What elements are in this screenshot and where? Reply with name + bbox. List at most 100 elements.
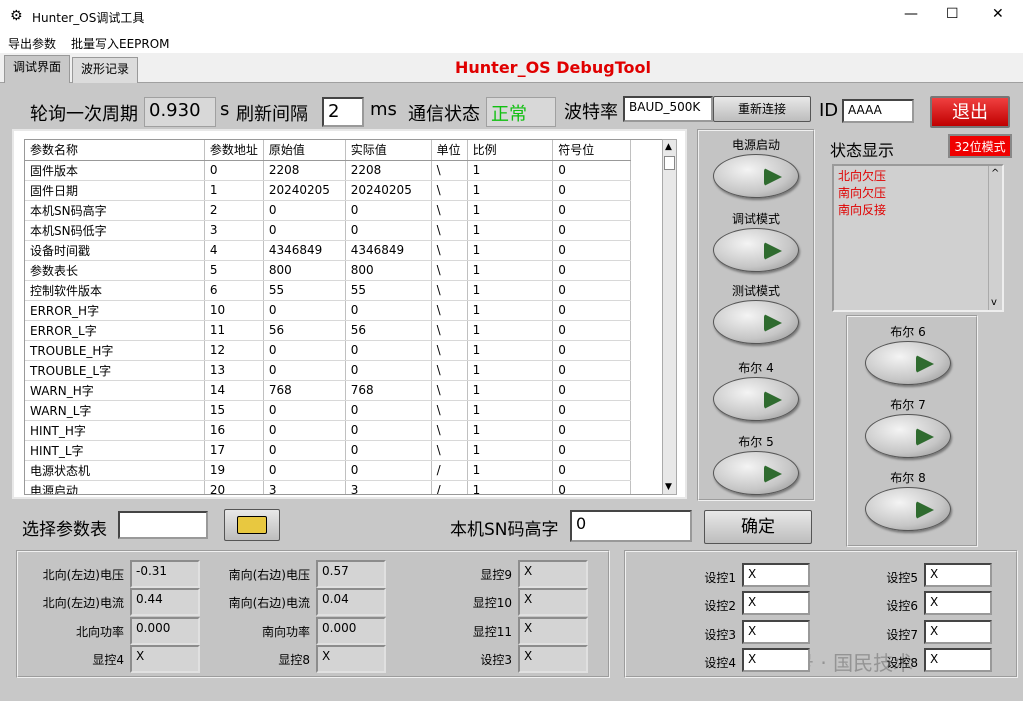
confirm-button[interactable]: 确定 xyxy=(704,510,812,544)
display-label: 南向功率 xyxy=(261,625,310,639)
scroll-down-icon[interactable]: ▼ xyxy=(665,482,672,492)
table-header[interactable]: 参数地址 xyxy=(204,140,264,161)
table-cell: 0 xyxy=(345,360,432,381)
table-cell: 1 xyxy=(467,280,554,301)
table-header[interactable]: 比例 xyxy=(467,140,554,161)
sn-input[interactable]: 0 xyxy=(570,510,692,542)
table-row[interactable]: 参数表长 5 800 800 \ 1 0 xyxy=(25,260,631,281)
setting-input[interactable]: X xyxy=(924,620,992,644)
close-button[interactable]: ✕ xyxy=(992,6,1004,22)
refresh-input[interactable]: 2 xyxy=(322,97,364,127)
table-cell: \ xyxy=(431,380,468,401)
table-header[interactable]: 参数名称 xyxy=(25,140,205,161)
toggle-button[interactable] xyxy=(713,154,799,198)
toggle-label: 布尔 8 xyxy=(890,471,926,485)
status-line: 南向反接 xyxy=(838,203,887,217)
table-scrollbar[interactable]: ▲ ▼ xyxy=(662,139,677,495)
table-cell: 1 xyxy=(467,400,554,421)
table-cell: 0 xyxy=(552,180,631,201)
table-cell: 768 xyxy=(263,380,346,401)
toggle-button[interactable] xyxy=(713,300,799,344)
table-header[interactable]: 符号位 xyxy=(552,140,631,161)
table-row[interactable]: 固件日期 1 20240205 20240205 \ 1 0 xyxy=(25,180,631,201)
table-row[interactable]: 设备时间戳 4 4346849 4346849 \ 1 0 xyxy=(25,240,631,261)
table-row[interactable]: 控制软件版本 6 55 55 \ 1 0 xyxy=(25,280,631,301)
scroll-up-icon[interactable]: ▲ xyxy=(665,142,672,152)
menu-bar: 导出参数 批量写入EEPROM xyxy=(0,33,1023,53)
toggle-button[interactable] xyxy=(865,341,951,385)
table-row[interactable]: HINT_H字 16 0 0 \ 1 0 xyxy=(25,420,631,441)
id-input[interactable]: AAAA xyxy=(842,99,914,123)
tab-debug[interactable]: 调试界面 xyxy=(4,55,70,84)
table-cell: 0 xyxy=(263,440,346,461)
table-row[interactable]: HINT_L字 17 0 0 \ 1 0 xyxy=(25,440,631,461)
table-row[interactable]: 固件版本 0 2208 2208 \ 1 0 xyxy=(25,160,631,181)
table-cell: 4346849 xyxy=(345,240,432,261)
baud-select[interactable]: BAUD_500K xyxy=(623,96,713,122)
display-value: 0.000 xyxy=(130,617,200,645)
table-cell: 17 xyxy=(204,440,264,461)
minimize-button[interactable]: — xyxy=(904,6,918,22)
table-row[interactable]: 本机SN码高字 2 0 0 \ 1 0 xyxy=(25,200,631,221)
led-arrow-icon xyxy=(764,391,782,409)
maximize-button[interactable]: ☐ xyxy=(946,6,959,22)
comm-label: 通信状态 xyxy=(408,104,480,125)
table-row[interactable]: 电源启动 20 3 3/1 0 xyxy=(25,480,631,494)
toggle-button[interactable] xyxy=(865,487,951,531)
toggle-label: 布尔 4 xyxy=(738,361,774,375)
table-row[interactable]: WARN_H字 14 768 768 \ 1 0 xyxy=(25,380,631,401)
table-row[interactable]: ERROR_H字 10 0 0 \ 1 0 xyxy=(25,300,631,321)
table-row[interactable]: 电源状态机 19 0 0/1 0 xyxy=(25,460,631,481)
status-scrollbar[interactable]: ^ v xyxy=(988,166,1002,310)
setting-input[interactable]: X xyxy=(742,563,810,587)
table-cell: 0 xyxy=(263,460,346,481)
table-cell: 1 xyxy=(467,200,554,221)
setting-input[interactable]: X xyxy=(742,620,810,644)
table-row[interactable]: WARN_L字 15 0 0 \ 1 0 xyxy=(25,400,631,421)
exit-button[interactable]: 退出 xyxy=(930,96,1010,128)
table-cell: WARN_H字 xyxy=(25,380,205,401)
table-header[interactable]: 实际值 xyxy=(345,140,432,161)
table-row[interactable]: TROUBLE_H字 12 0 0 \ 1 0 xyxy=(25,340,631,361)
setting-input[interactable]: X xyxy=(742,648,810,672)
toggle-button[interactable] xyxy=(713,451,799,495)
status-scroll-down-icon[interactable]: v xyxy=(991,297,997,308)
table-cell: 16 xyxy=(204,420,264,441)
setting-input[interactable]: X xyxy=(742,591,810,615)
toggle-button[interactable] xyxy=(865,414,951,458)
status-scroll-up-icon[interactable]: ^ xyxy=(991,168,999,179)
table-row[interactable]: 本机SN码低字 3 0 0 \ 1 0 xyxy=(25,220,631,241)
menu-batch-write-eeprom[interactable]: 批量写入EEPROM xyxy=(71,35,170,52)
table-cell: 固件日期 xyxy=(25,180,205,201)
table-cell: 0 xyxy=(263,340,346,361)
setting-input[interactable]: X xyxy=(924,563,992,587)
setting-input[interactable]: X xyxy=(924,648,992,672)
table-cell: \ xyxy=(431,160,468,181)
table-row[interactable]: TROUBLE_L字 13 0 0 \ 1 0 xyxy=(25,360,631,381)
toggle-button[interactable] xyxy=(713,228,799,272)
scroll-thumb[interactable] xyxy=(664,156,675,170)
table-header[interactable]: 单位 xyxy=(431,140,468,161)
poll-unit: s xyxy=(220,99,230,120)
status-line: 北向欠压 xyxy=(838,169,887,183)
refresh-label: 刷新间隔 xyxy=(236,104,308,125)
toggle-button[interactable] xyxy=(713,377,799,421)
table-row[interactable]: ERROR_L字 11 56 56 \ 1 0 xyxy=(25,320,631,341)
table-cell: 4346849 xyxy=(263,240,346,261)
open-folder-button[interactable] xyxy=(224,509,280,541)
display-label: 北向(左边)电压 xyxy=(42,568,124,582)
table-cell: 0 xyxy=(263,420,346,441)
reconnect-button[interactable]: 重新连接 xyxy=(713,96,811,122)
table-cell: \ xyxy=(431,340,468,361)
param-table-viewport: 参数名称 参数地址 原始值 实际值 单位 比例 符号位 固件版本 0 2208 2208 \ 1 0 固件… xyxy=(24,139,666,495)
refresh-unit: ms xyxy=(370,99,397,120)
menu-export-params[interactable]: 导出参数 xyxy=(8,35,56,52)
table-header[interactable]: 原始值 xyxy=(263,140,346,161)
tab-waveform[interactable]: 波形记录 xyxy=(72,57,138,83)
param-table: 参数名称 参数地址 原始值 实际值 单位 比例 符号位 固件版本 0 2208 2208 \ 1 0 固件… xyxy=(25,140,631,494)
window-title: Hunter_OS调试工具 xyxy=(32,11,145,25)
led-arrow-icon xyxy=(764,168,782,186)
toggle-label: 布尔 6 xyxy=(890,325,926,339)
select-param-path[interactable] xyxy=(118,511,208,539)
setting-input[interactable]: X xyxy=(924,591,992,615)
